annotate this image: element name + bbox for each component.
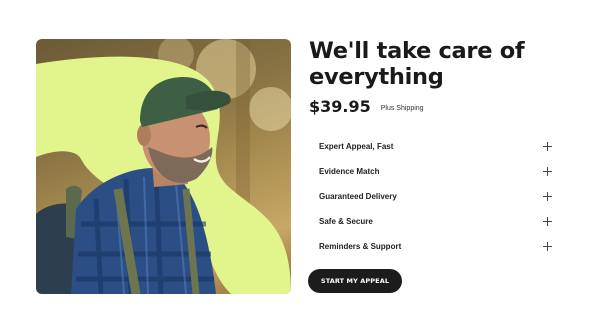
plus-icon[interactable] <box>543 167 552 176</box>
feature-item-evidence-match[interactable]: Evidence Match <box>310 159 555 184</box>
feature-item-safe-secure[interactable]: Safe & Secure <box>310 209 555 234</box>
plus-icon[interactable] <box>543 142 552 151</box>
feature-item-guaranteed-delivery[interactable]: Guaranteed Delivery <box>310 184 555 209</box>
feature-label: Evidence Match <box>319 167 380 176</box>
feature-item-reminders-support[interactable]: Reminders & Support <box>310 234 555 259</box>
feature-label: Expert Appeal, Fast <box>319 142 394 151</box>
feature-label: Safe & Secure <box>319 217 373 226</box>
page-title: We'll take care of everything <box>309 38 525 90</box>
plus-icon[interactable] <box>543 192 552 201</box>
feature-label: Reminders & Support <box>319 242 402 251</box>
price: $39.95 <box>309 97 371 116</box>
feature-item-expert-appeal[interactable]: Expert Appeal, Fast <box>310 134 555 159</box>
price-row: $39.95 Plus Shipping <box>309 97 424 116</box>
shipping-note: Plus Shipping <box>380 105 424 112</box>
plus-icon[interactable] <box>543 242 552 251</box>
hero-image <box>36 39 291 294</box>
feature-label: Guaranteed Delivery <box>319 192 397 201</box>
start-appeal-button[interactable]: START MY APPEAL <box>308 269 402 293</box>
plus-icon[interactable] <box>543 217 552 226</box>
feature-list: Expert Appeal, Fast Evidence Match Guara… <box>310 134 555 259</box>
